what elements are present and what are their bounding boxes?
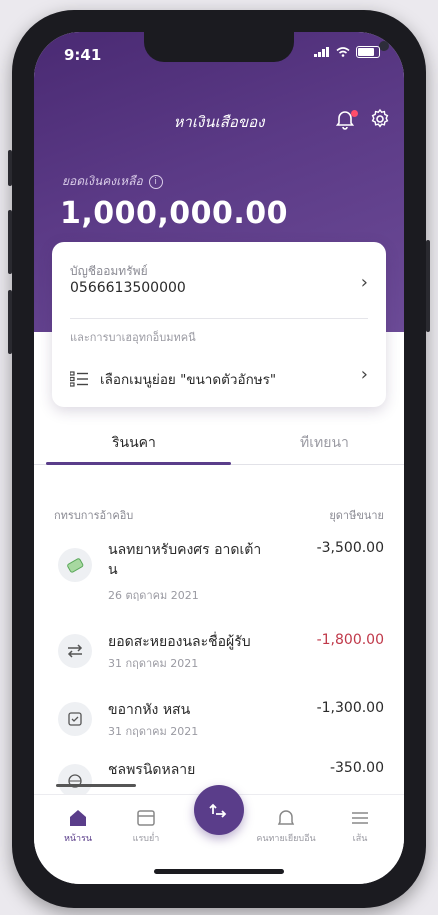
app-screen: 9:41 หาเงินเสือของ ยอดเงินคงเหลือ i 1,000… — [34, 32, 404, 884]
transaction-title: ขอากหัง หสน — [108, 702, 191, 718]
transaction-row[interactable]: ขอากหัง หสน 31 กฤดาคม 2021 -1,300.00 — [34, 700, 404, 750]
bell-icon — [277, 810, 295, 825]
power-button — [426, 240, 430, 332]
transaction-date: 31 กฤดาคม 2021 — [108, 725, 199, 738]
account-sub-label: และการบาเฮอุทกอ็บมทคนี — [70, 331, 196, 344]
balance-label-text: ยอดเงินคงเหลือ — [62, 174, 143, 188]
phone-frame: 9:41 หาเงินเสือของ ยอดเงินคงเหลือ i 1,000… — [8, 10, 430, 908]
transfer-icon — [58, 634, 92, 668]
globe-icon — [58, 764, 92, 798]
nav-wallet[interactable]: แรบย่ำ — [116, 809, 176, 845]
transaction-row[interactable]: ยอดสะหยองนละชื่อผู้รับ 31 กฤดาคม 2021 -1… — [34, 632, 404, 682]
divider — [70, 318, 368, 319]
chevron-right-icon[interactable]: › — [361, 364, 368, 385]
transaction-title: นลทยาหรับคงศร อาดเต้าน — [108, 542, 262, 578]
tab-1[interactable]: ทีเทยนา — [300, 432, 349, 454]
wifi-icon — [336, 47, 350, 57]
transaction-row[interactable]: นลทยาหรับคงศร อาดเต้าน 26 ตฤดาคม 2021 -3… — [34, 540, 404, 610]
chevron-right-icon[interactable]: › — [361, 272, 368, 293]
tab-active-indicator — [46, 462, 231, 465]
menu-icon — [352, 812, 368, 824]
account-label: บัญชีออมทรัพย์ — [70, 264, 148, 278]
settings-gear-icon[interactable] — [369, 108, 391, 130]
nav-notifications[interactable]: คนทายเยียบอีน — [256, 809, 316, 845]
notch — [144, 32, 389, 62]
signal-icon — [314, 47, 329, 57]
nav-menu[interactable]: เส้น — [330, 809, 390, 845]
menu-row-font-size[interactable]: เลือกเมนูย่อย "ขนาดตัวอักษร" — [70, 368, 276, 390]
transfer-fab-button[interactable] — [194, 785, 244, 835]
list-header-left: กทรบการอ้าคอิบ — [54, 509, 134, 522]
home-indicator — [154, 869, 284, 874]
volume-down-button — [8, 290, 12, 354]
tab-0[interactable]: รินนคา — [112, 432, 156, 454]
volume-up-button — [8, 210, 12, 274]
mute-switch — [8, 150, 12, 186]
nav-label: เส้น — [352, 834, 368, 844]
account-card: บัญชีออมทรัพย์ 0566613500000 › และการบาเ… — [52, 242, 386, 407]
transaction-title: ยอดสะหยองนละชื่อผู้รับ — [108, 634, 251, 650]
transaction-date: 26 ตฤดาคม 2021 — [108, 589, 199, 602]
transaction-title: ชลพรนิดหลาย — [108, 762, 196, 778]
nav-home[interactable]: หน้ารน — [48, 809, 108, 845]
transaction-amount: -1,800.00 — [316, 632, 384, 648]
transaction-date: 31 กฤดาคม 2021 — [108, 657, 199, 670]
transaction-amount: -350.00 — [329, 760, 384, 776]
balance-label: ยอดเงินคงเหลือ i — [62, 172, 163, 191]
transfer-icon — [209, 803, 227, 818]
status-time: 9:41 — [64, 46, 102, 64]
battery-icon — [356, 46, 380, 58]
transaction-amount: -1,300.00 — [316, 700, 384, 716]
info-icon[interactable]: i — [148, 174, 163, 189]
list-header-right[interactable]: ยุดาษีขนาย — [329, 506, 384, 524]
nav-label: แรบย่ำ — [132, 834, 160, 844]
notification-badge — [351, 110, 358, 117]
menu-row-label: เลือกเมนูย่อย "ขนาดตัวอักษร" — [100, 372, 277, 388]
account-number[interactable]: 0566613500000 — [70, 280, 186, 296]
status-icons — [314, 46, 380, 58]
home-icon — [70, 810, 86, 826]
nav-label: คนทายเยียบอีน — [256, 834, 316, 844]
tabs: รินนคา ทีเทยนา — [34, 432, 404, 468]
nav-label: หน้ารน — [63, 834, 93, 844]
bill-icon — [58, 702, 92, 736]
wallet-icon — [137, 810, 155, 826]
bottom-nav: หน้ารน แรบย่ำ คนทายเยียบอีน เส้น — [34, 785, 404, 884]
card-icon — [58, 548, 92, 582]
scroll-indicator — [56, 784, 136, 787]
transaction-amount: -3,500.00 — [316, 540, 384, 556]
list-icon — [70, 371, 88, 387]
balance-value: 1,000,000.00 — [60, 196, 289, 231]
